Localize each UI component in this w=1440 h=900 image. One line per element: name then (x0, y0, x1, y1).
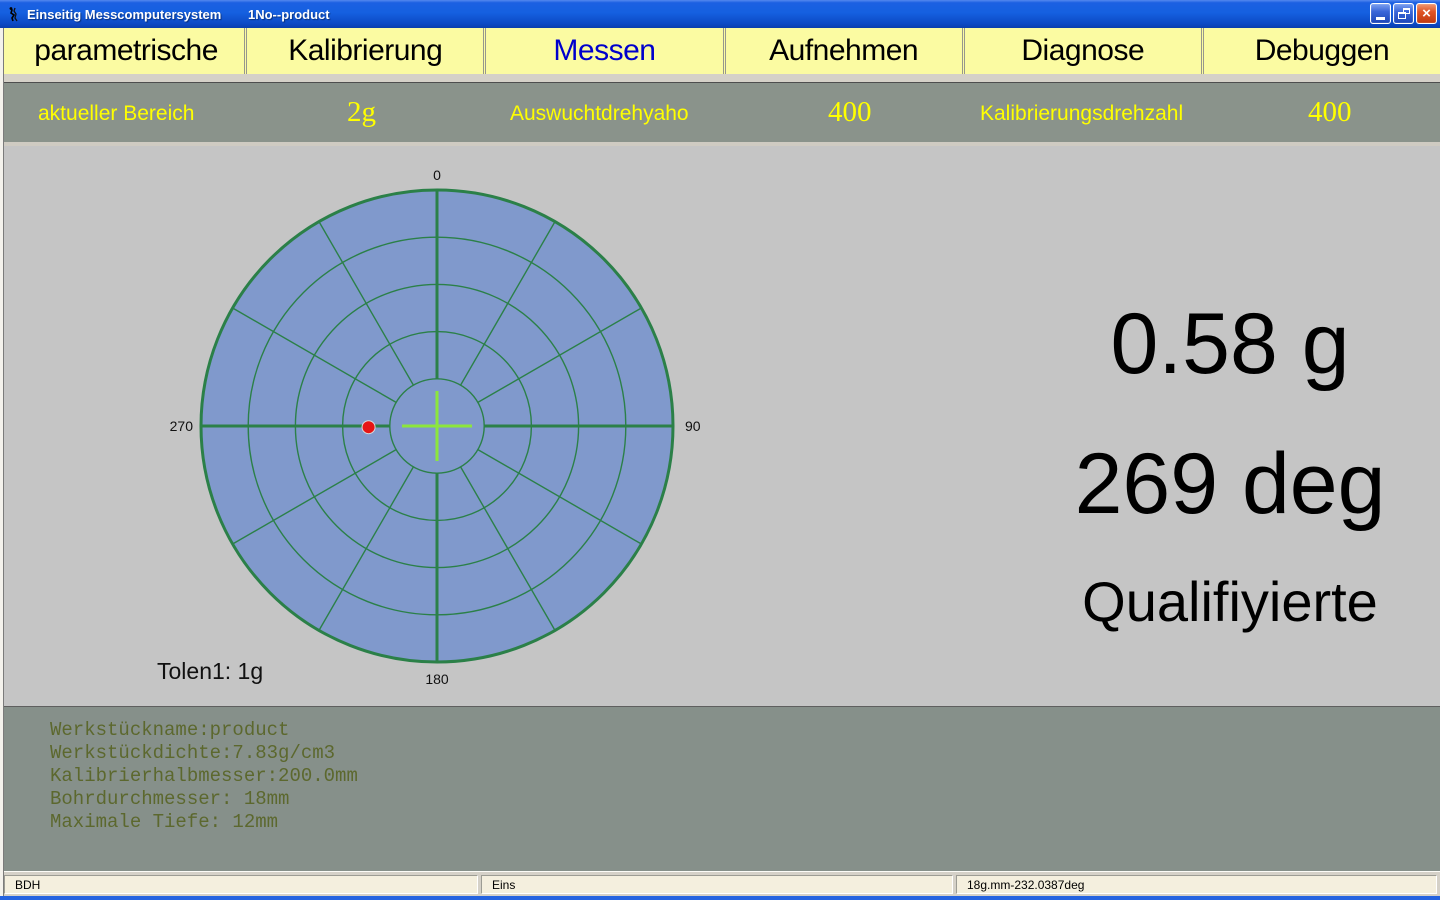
workpiece-line: Bohrdurchmesser: 18mm (50, 788, 1440, 811)
workpiece-line: Kalibrierhalbmesser:200.0mm (50, 765, 1440, 788)
app-icon (5, 6, 21, 22)
window-title: Einseitig Messcomputersystem (27, 7, 221, 22)
minimize-button[interactable] (1370, 3, 1391, 24)
info-label-drehzahl: Auswuchtdrehyaho (510, 102, 689, 126)
tab-parametrische[interactable]: parametrische (8, 28, 244, 74)
workpiece-panel: Werkstückname:product Werkstückdichte:7.… (0, 706, 1440, 871)
tab-messen[interactable]: Messen (483, 28, 722, 74)
workpiece-line: Maximale Tiefe: 12mm (50, 811, 1440, 834)
svg-text:270: 270 (170, 418, 194, 434)
info-bar: aktueller Bereich 2g Auswuchtdrehyaho 40… (0, 82, 1440, 142)
status-bar: BDH Eins 18g.mm-232.0387deg (0, 871, 1440, 896)
close-icon: × (1422, 6, 1431, 21)
close-button[interactable]: × (1416, 3, 1437, 24)
document-title: 1No--product (248, 7, 330, 22)
readout-amount: 0.58 g (1020, 301, 1440, 387)
titlebar[interactable]: Einseitig Messcomputersystem 1No--produc… (0, 0, 1440, 28)
workpiece-line: Werkstückdichte:7.83g/cm3 (50, 742, 1440, 765)
window-controls: × (1370, 3, 1437, 24)
info-value-kalibrier: 400 (1308, 96, 1352, 129)
tab-kalibrierung[interactable]: Kalibrierung (244, 28, 483, 74)
measurement-readout: 0.58 g 269 deg Qualifiyierte (1020, 146, 1440, 706)
tab-diagnose[interactable]: Diagnose (962, 28, 1201, 74)
readout-angle: 269 deg (1020, 441, 1440, 527)
svg-text:0: 0 (433, 167, 441, 183)
workpiece-line: Werkstückname:product (50, 719, 1440, 742)
tolerance-label: Tolen1: 1g (157, 658, 263, 685)
info-value-bereich: 2g (347, 96, 376, 129)
tab-debuggen[interactable]: Debuggen (1201, 28, 1440, 74)
restore-button[interactable] (1393, 3, 1414, 24)
menu-tabbar: parametrische Kalibrierung Messen Aufneh… (0, 28, 1440, 74)
readout-status: Qualifiyierte (1020, 574, 1440, 630)
tab-aufnehmen[interactable]: Aufnehmen (723, 28, 962, 74)
window-bottom-edge (0, 896, 1440, 900)
svg-text:90: 90 (685, 418, 701, 434)
minimize-icon (1376, 17, 1385, 20)
svg-text:180: 180 (425, 671, 449, 687)
status-section-reading: 18g.mm-232.0387deg (956, 875, 1437, 894)
status-section-mode: BDH (4, 875, 478, 894)
window-left-edge (0, 28, 4, 896)
info-label-bereich: aktueller Bereich (38, 102, 194, 126)
info-value-drehzahl: 400 (828, 96, 872, 129)
restore-icon (1398, 8, 1410, 19)
info-label-kalibrier: Kalibrierungsdrehzahl (980, 102, 1183, 126)
tabbar-bottom-strip (0, 74, 1440, 82)
status-section-state: Eins (481, 875, 953, 894)
measuring-area: 0 90 180 270 Tolen1: 1g 0.58 g 269 deg Qual… (0, 146, 1440, 706)
